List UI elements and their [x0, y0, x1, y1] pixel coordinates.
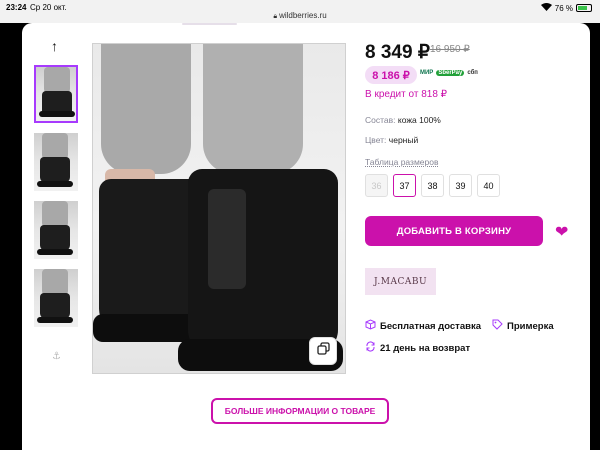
sbp-logo: сбп	[467, 70, 478, 76]
size-option[interactable]: 39	[449, 174, 472, 197]
size-option[interactable]: 37	[393, 174, 416, 197]
sberpay-logo: SberPay	[436, 70, 465, 76]
thumbnail-1[interactable]	[34, 65, 78, 123]
battery-percent: 76 %	[554, 3, 573, 13]
size-selector: 36 37 38 39 40	[365, 174, 500, 197]
size-option[interactable]: 38	[421, 174, 444, 197]
thumb-leg	[42, 269, 68, 295]
brand-logo[interactable]: J.MACABU	[365, 268, 436, 295]
box-icon	[365, 319, 376, 333]
feature-delivery-label: Бесплатная доставка	[380, 320, 481, 332]
mir-logo: МИР	[420, 70, 434, 76]
feature-return-label: 21 день на возврат	[380, 342, 471, 354]
old-price: 16 950 ₽	[430, 44, 470, 55]
address-bar[interactable]: 🔒︎ wildberries.ru	[0, 11, 600, 21]
thumb-boot	[40, 293, 70, 319]
feature-return: 21 день на возврат	[365, 341, 470, 355]
feature-fitting-label: Примерка	[507, 320, 554, 332]
size-table-link[interactable]: Таблица размеров	[365, 157, 439, 167]
thumbnail-4[interactable]	[34, 269, 78, 327]
thumb-sole	[37, 249, 73, 255]
copy-image-button[interactable]	[309, 337, 337, 365]
sheet-grabber	[182, 23, 237, 25]
color-row: Цвет: черный	[365, 135, 418, 145]
address-url: wildberries.ru	[279, 11, 327, 20]
composition-value: кожа 100%	[397, 115, 441, 125]
size-option[interactable]: 40	[477, 174, 500, 197]
image-elastic-panel	[208, 189, 246, 289]
thumb-leg	[42, 201, 68, 227]
status-bar: 23:24 Ср 20 окт. 🔒︎ wildberries.ru 76 %	[0, 0, 600, 23]
thumbnails-down-arrow-icon[interactable]: ⚓︎	[52, 351, 61, 362]
image-pants-right	[203, 44, 303, 174]
composition-label: Состав:	[365, 115, 396, 125]
thumbnails-up-arrow-icon[interactable]: ↑	[51, 38, 58, 54]
feature-fitting: Примерка	[492, 319, 554, 333]
favorite-heart-icon[interactable]: ❤︎	[555, 222, 568, 242]
wallet-price-badge[interactable]: 8 186 ₽	[365, 66, 417, 84]
thumb-sole	[37, 317, 73, 323]
thumb-leg	[42, 133, 68, 159]
return-arrows-icon	[365, 341, 376, 355]
feature-delivery: Бесплатная доставка	[365, 319, 481, 333]
thumbnail-2[interactable]	[34, 133, 78, 191]
price: 8 349 ₽	[365, 42, 430, 63]
status-right: 76 %	[540, 3, 592, 13]
credit-link[interactable]: В кредит от 818 ₽	[365, 89, 447, 100]
battery-icon	[576, 4, 592, 12]
image-pants-left	[101, 44, 191, 174]
color-value: черный	[388, 135, 419, 145]
size-option[interactable]: 36	[365, 174, 388, 197]
color-label: Цвет:	[365, 135, 387, 145]
lock-icon: 🔒︎	[273, 13, 278, 20]
add-to-cart-button[interactable]: ДОБАВИТЬ В КОРЗИНУ	[365, 216, 543, 246]
wifi-icon	[540, 3, 552, 13]
copy-icon	[316, 342, 330, 360]
composition-row: Состав: кожа 100%	[365, 115, 441, 125]
thumb-leg	[44, 67, 70, 93]
thumbnail-3[interactable]	[34, 201, 78, 259]
payment-logos: МИР SberPay сбп	[420, 70, 478, 76]
more-info-button[interactable]: БОЛЬШЕ ИНФОРМАЦИИ О ТОВАРЕ	[211, 398, 389, 424]
thumb-sole	[39, 111, 75, 117]
product-page: ↑ ⚓︎ 8 349 ₽ 16 950 ₽ 8 186 ₽ МИР SberPa…	[22, 23, 590, 450]
thumb-sole	[37, 181, 73, 187]
thumb-boot	[40, 225, 70, 251]
thumb-boot	[40, 157, 70, 183]
product-main-image[interactable]	[92, 43, 346, 374]
tag-icon	[492, 319, 503, 333]
